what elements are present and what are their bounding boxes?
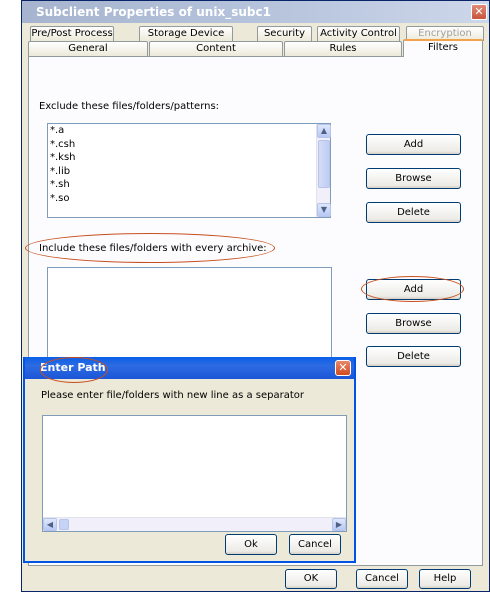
exclude-list[interactable]: *.a *.csh *.ksh *.lib *.sh *.so ▲ ▼	[47, 123, 331, 218]
ok-button[interactable]: OK	[285, 569, 337, 589]
list-item[interactable]: *.lib	[48, 165, 330, 179]
hscroll-thumb[interactable]	[59, 519, 69, 530]
scroll-up-icon[interactable]: ▲	[317, 124, 331, 138]
tab-general[interactable]: General	[28, 41, 148, 56]
dialog-title: Enter Path	[40, 361, 106, 374]
textarea-hscrollbar[interactable]: ◀ ▶	[43, 517, 346, 531]
tab-pre-post-process[interactable]: Pre/Post Process	[30, 26, 114, 41]
exclude-scrollbar[interactable]: ▲ ▼	[316, 124, 331, 217]
include-add-button[interactable]: Add	[366, 279, 461, 300]
dialog-ok-button[interactable]: Ok	[225, 534, 277, 555]
tab-security[interactable]: Security	[257, 26, 312, 41]
tab-filters[interactable]: Filters	[403, 39, 483, 57]
include-browse-button[interactable]: Browse	[366, 313, 461, 334]
list-item[interactable]: *.ksh	[48, 151, 330, 165]
exclude-browse-button[interactable]: Browse	[366, 168, 461, 189]
enter-path-dialog: Enter Path ✕ Please enter file/folders w…	[23, 357, 356, 563]
list-item[interactable]: *.sh	[48, 178, 330, 192]
tab-content[interactable]: Content	[149, 41, 283, 56]
window-title: Subclient Properties of unix_subc1	[36, 5, 271, 19]
cancel-button[interactable]: Cancel	[356, 569, 408, 589]
list-item[interactable]: *.csh	[48, 138, 330, 152]
tab-storage-device[interactable]: Storage Device	[139, 26, 233, 41]
scroll-down-icon[interactable]: ▼	[317, 203, 331, 217]
include-label: Include these files/folders with every a…	[39, 243, 267, 254]
scroll-right-icon[interactable]: ▶	[332, 518, 346, 531]
exclude-label: Exclude these files/folders/patterns:	[39, 101, 220, 112]
scroll-left-icon[interactable]: ◀	[43, 518, 57, 531]
include-delete-button[interactable]: Delete	[366, 346, 461, 367]
dialog-cancel-button[interactable]: Cancel	[289, 534, 341, 555]
tab-rules[interactable]: Rules	[284, 41, 402, 56]
window-titlebar[interactable]: Subclient Properties of unix_subc1 ✕	[22, 1, 489, 23]
scroll-thumb[interactable]	[318, 140, 330, 188]
dialog-instruction: Please enter file/folders with new line …	[41, 390, 305, 401]
list-item[interactable]: *.so	[48, 192, 330, 206]
window-close-icon[interactable]: ✕	[471, 4, 487, 20]
exclude-delete-button[interactable]: Delete	[366, 202, 461, 223]
dialog-close-icon[interactable]: ✕	[335, 360, 351, 376]
tab-activity-control[interactable]: Activity Control	[317, 26, 400, 41]
list-item[interactable]: *.a	[48, 124, 330, 138]
help-button[interactable]: Help	[419, 569, 471, 589]
path-textarea[interactable]: ◀ ▶	[42, 415, 347, 532]
dialog-titlebar[interactable]: Enter Path ✕	[25, 357, 354, 379]
exclude-add-button[interactable]: Add	[366, 134, 461, 155]
